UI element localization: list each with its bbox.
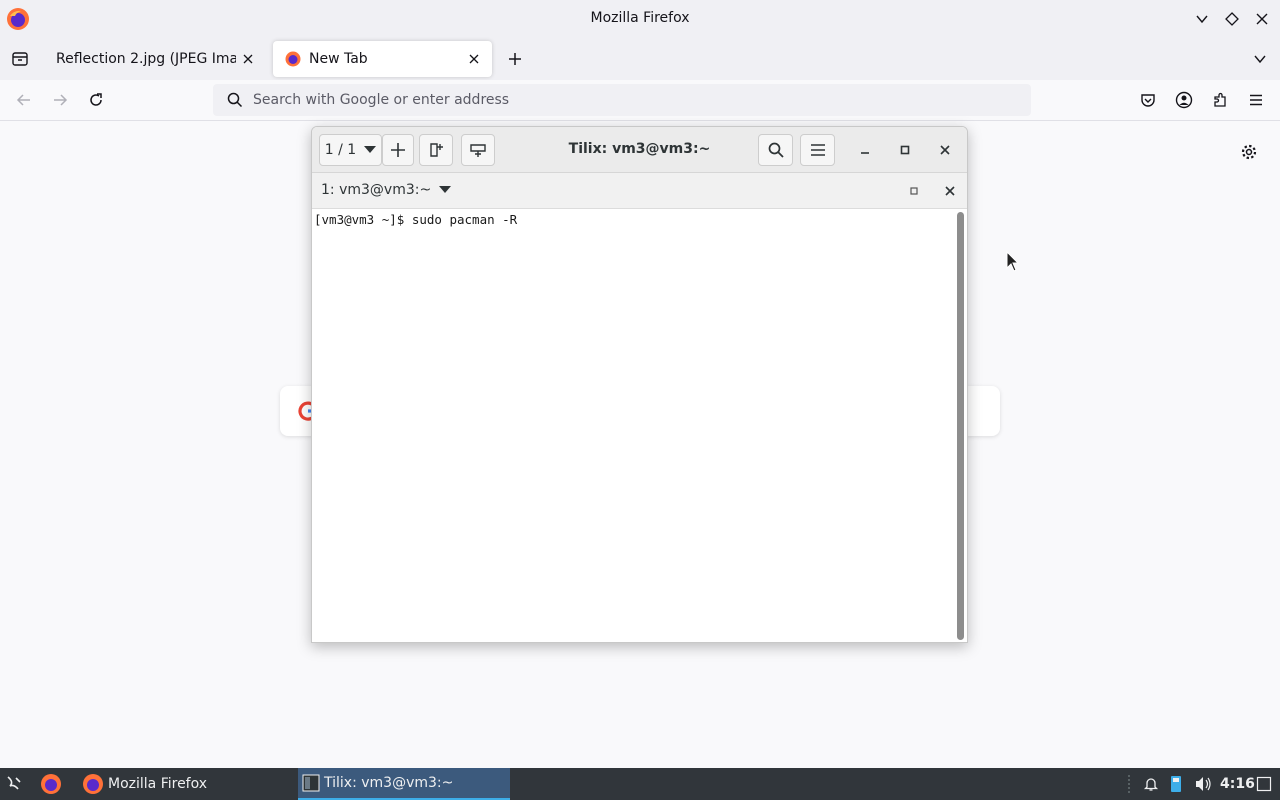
session-counter: 1 / 1 <box>324 142 357 158</box>
clock[interactable]: 4:16 <box>1220 776 1255 792</box>
extensions-icon[interactable] <box>1208 88 1232 112</box>
split-right-button[interactable] <box>419 134 453 166</box>
tilix-headerbar: 1 / 1 Tilix: vm3@vm3:~ <box>312 127 967 173</box>
chevron-down-icon <box>364 146 377 153</box>
mouse-pointer-icon <box>1006 251 1020 272</box>
app-launcher-icon[interactable] <box>4 768 26 800</box>
taskbar: Mozilla Firefox Tilix: vm3@vm3:~ 4:16 <box>0 768 1280 800</box>
terminal-line: [vm3@vm3 ~]$ sudo pacman -R <box>314 212 518 227</box>
tab-strip: Reflection 2.jpg (JPEG Image New Tab <box>0 38 1280 80</box>
tab-label: Reflection 2.jpg (JPEG Image <box>56 51 236 67</box>
terminal-title-label: 1: vm3@vm3:~ <box>321 182 432 198</box>
volume-icon[interactable] <box>1194 768 1214 800</box>
maximize-icon[interactable] <box>1222 9 1242 29</box>
search-icon <box>227 92 243 108</box>
close-icon[interactable] <box>1252 9 1272 29</box>
chevron-down-icon <box>439 186 452 193</box>
tray-separator <box>1128 768 1136 800</box>
back-icon[interactable] <box>12 88 36 112</box>
settings-gear-icon[interactable] <box>1238 141 1260 163</box>
window-title: Mozilla Firefox <box>590 10 690 26</box>
tab-reflection-image[interactable]: Reflection 2.jpg (JPEG Image <box>44 41 266 77</box>
firefox-view-icon[interactable] <box>8 47 32 71</box>
navigation-bar <box>0 80 1280 121</box>
firefox-launcher-icon[interactable] <box>40 768 64 800</box>
pocket-icon[interactable] <box>1136 88 1160 112</box>
tilix-window: 1 / 1 Tilix: vm3@vm3:~ 1: vm3@vm3:~ [vm3… <box>311 126 968 643</box>
firefox-favicon-icon <box>285 51 301 67</box>
terminal-scrollbar[interactable] <box>957 212 964 640</box>
forward-icon[interactable] <box>48 88 72 112</box>
menu-icon[interactable] <box>1244 88 1268 112</box>
split-down-button[interactable] <box>461 134 495 166</box>
show-desktop-icon[interactable] <box>1256 768 1274 800</box>
tab-new-tab[interactable]: New Tab <box>273 41 492 77</box>
find-button[interactable] <box>758 134 793 166</box>
firefox-icon <box>83 774 103 794</box>
taskbar-task-tilix[interactable]: Tilix: vm3@vm3:~ <box>298 768 510 800</box>
terminal-close-icon[interactable] <box>939 180 961 202</box>
tilix-minimize-icon[interactable] <box>854 139 876 161</box>
notifications-icon[interactable] <box>1143 768 1161 800</box>
terminal-title-dropdown[interactable]: 1: vm3@vm3:~ <box>321 182 452 198</box>
plus-icon <box>391 143 405 157</box>
terminal-titlebar: 1: vm3@vm3:~ <box>312 173 967 209</box>
list-all-tabs-icon[interactable] <box>1248 47 1272 71</box>
tab-label: New Tab <box>309 51 368 67</box>
reload-icon[interactable] <box>84 88 108 112</box>
split-horizontal-icon <box>430 143 443 157</box>
removable-device-icon[interactable] <box>1170 768 1186 800</box>
menu-icon <box>810 144 825 156</box>
terminal-maximize-icon[interactable] <box>903 180 925 202</box>
firefox-titlebar: Mozilla Firefox <box>0 0 1280 38</box>
minimize-icon[interactable] <box>1192 9 1212 29</box>
task-label: Mozilla Firefox <box>108 776 208 792</box>
session-switcher-button[interactable]: 1 / 1 <box>319 134 382 166</box>
hamburger-menu-button[interactable] <box>800 134 835 166</box>
url-input[interactable] <box>253 92 953 108</box>
tilix-close-icon[interactable] <box>934 139 956 161</box>
add-session-button[interactable] <box>382 134 414 166</box>
split-vertical-icon <box>470 144 486 157</box>
terminal-area[interactable]: [vm3@vm3 ~]$ sudo pacman -R <box>312 209 967 642</box>
account-icon[interactable] <box>1172 88 1196 112</box>
new-tab-plus-icon[interactable] <box>503 47 527 71</box>
tab-close-icon[interactable] <box>462 47 486 71</box>
task-label: Tilix: vm3@vm3:~ <box>324 775 454 791</box>
terminal-icon <box>302 774 320 792</box>
tab-close-icon[interactable] <box>236 47 260 71</box>
taskbar-task-firefox[interactable]: Mozilla Firefox <box>78 768 290 800</box>
search-icon <box>768 142 784 158</box>
tilix-maximize-icon[interactable] <box>894 139 916 161</box>
address-bar[interactable] <box>213 84 1031 116</box>
